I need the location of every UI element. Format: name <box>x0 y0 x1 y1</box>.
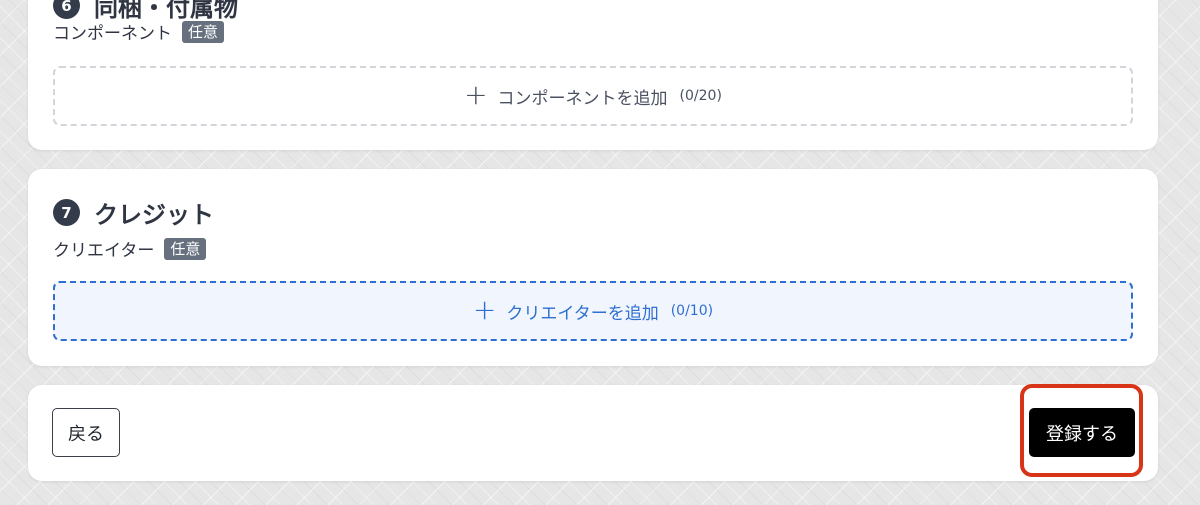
credits-section-header: 7 クレジット <box>53 195 214 230</box>
plus-icon: + <box>472 292 497 326</box>
creator-count: (0/10) <box>670 303 714 319</box>
optional-badge: 任意 <box>164 237 207 260</box>
component-count: (0/20) <box>679 88 722 104</box>
submit-highlight-outline: 登録する <box>1020 384 1143 477</box>
components-field-label: コンポーネント 任意 <box>53 19 225 44</box>
form-actions-bar: 戻る 登録する <box>28 384 1158 481</box>
add-creator-button[interactable]: + クリエイターを追加 (0/10) <box>53 281 1133 341</box>
back-button[interactable]: 戻る <box>52 408 120 457</box>
section-title: クレジット <box>94 201 214 229</box>
field-label-text: コンポーネント <box>53 24 172 44</box>
credits-card: 7 クレジット クリエイター 任意 + クリエイターを追加 (0/10) <box>28 169 1158 366</box>
step-number-badge: 6 <box>53 0 80 19</box>
add-creator-label: クリエイターを追加 <box>506 303 659 324</box>
credits-field-label: クリエイター 任意 <box>53 236 207 261</box>
add-component-button[interactable]: + コンポーネントを追加 (0/20) <box>53 66 1133 126</box>
field-label-text: クリエイター <box>53 241 155 261</box>
submit-button[interactable]: 登録する <box>1029 408 1135 457</box>
plus-icon: + <box>464 77 488 111</box>
components-card: 6 同梱・付属物 コンポーネント 任意 + コンポーネントを追加 (0/20) <box>28 0 1158 150</box>
step-number-badge: 7 <box>53 199 80 226</box>
add-component-label: コンポーネントを追加 <box>497 88 668 109</box>
optional-badge: 任意 <box>182 20 225 43</box>
